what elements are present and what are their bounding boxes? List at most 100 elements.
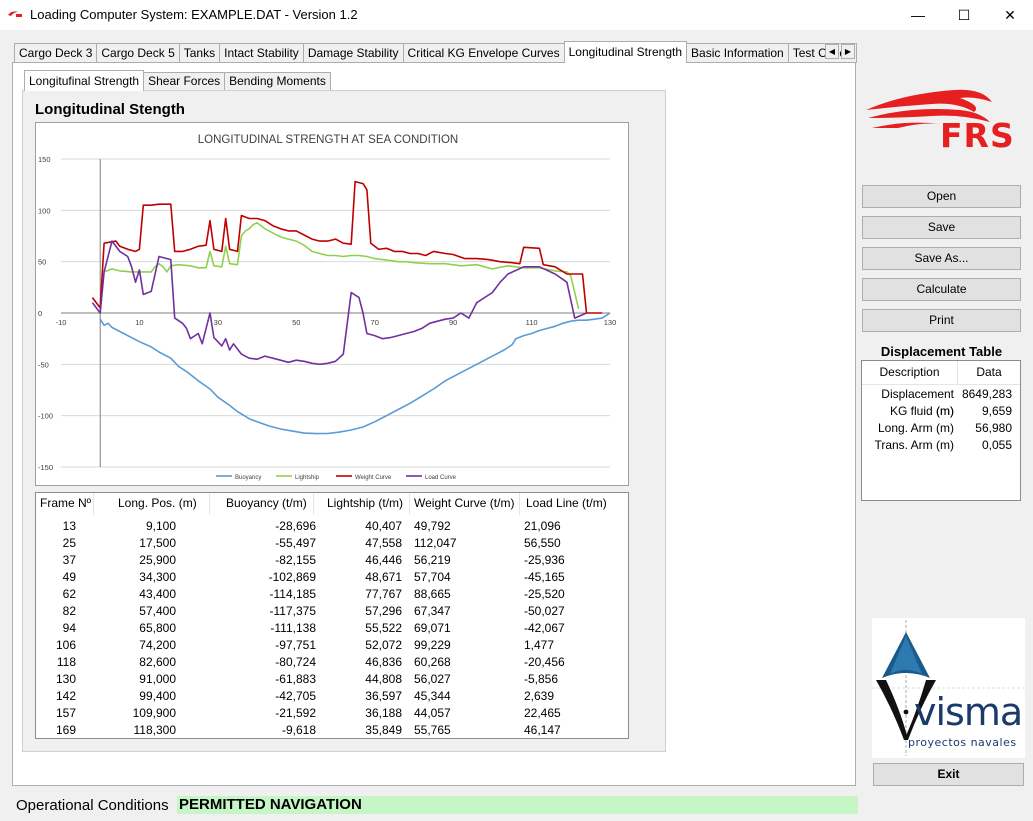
table-cell: -55,497: [275, 536, 316, 550]
tab-scroll-right-button[interactable]: ▶: [841, 44, 855, 59]
subtab-longitudinal-strength[interactable]: Longitufinal Strength: [24, 70, 145, 91]
y-tick-label: 100: [38, 206, 51, 215]
table-cell: 35,849: [365, 723, 402, 737]
save-as-button[interactable]: Save As...: [862, 247, 1021, 270]
table-cell: 17,500: [139, 536, 176, 550]
table-cell: -97,751: [275, 638, 316, 652]
window-title: Loading Computer System: EXAMPLE.DAT - V…: [30, 7, 358, 22]
table-cell: 74,200: [139, 638, 176, 652]
column-header-weight-curve[interactable]: Weight Curve (t/m): [410, 493, 520, 515]
table-row[interactable]: 157 109,900 -21,592 36,188 44,057 22,465: [36, 705, 628, 722]
arrow-left-icon: ◀: [828, 47, 836, 56]
table-cell: 60,268: [414, 655, 451, 669]
arrow-right-icon: ▶: [844, 47, 852, 56]
table-row[interactable]: 13 9,100 -28,696 40,407 49,792 21,096: [36, 518, 628, 535]
tab-intact-stability[interactable]: Intact Stability: [219, 43, 304, 63]
table-cell: 36,188: [365, 706, 402, 720]
app-logo-icon: [8, 11, 22, 17]
table-row[interactable]: 49 34,300 -102,869 48,671 57,704 -45,165: [36, 569, 628, 586]
tab-critical-kg[interactable]: Critical KG Envelope Curves: [402, 43, 565, 63]
subtab-bending-moments[interactable]: Bending Moments: [224, 72, 331, 90]
visma-logo-tagline: proyectos navales: [908, 736, 1017, 749]
tab-basic-information[interactable]: Basic Information: [686, 43, 789, 63]
table-cell: -20,456: [524, 655, 565, 669]
table-cell: -28,696: [275, 519, 316, 533]
legend-label: Lightship: [295, 475, 320, 481]
table-cell: -61,883: [275, 672, 316, 686]
displacement-description: KG fluid (m): [889, 404, 954, 418]
table-row[interactable]: 118 82,600 -80,724 46,836 60,268 -20,456: [36, 654, 628, 671]
visma-logo-name: visma: [914, 690, 1023, 734]
close-button[interactable]: ✕: [987, 0, 1033, 30]
table-cell: -45,165: [524, 570, 565, 584]
table-cell: -117,375: [269, 604, 316, 618]
table-row[interactable]: 130 91,000 -61,883 44,808 56,027 -5,856: [36, 671, 628, 688]
table-cell: -42,705: [275, 689, 316, 703]
table-cell: 52,072: [365, 638, 402, 652]
open-button[interactable]: Open: [862, 185, 1021, 208]
print-button[interactable]: Print: [862, 309, 1021, 332]
column-header-buoyancy[interactable]: Buoyancy (t/m): [210, 493, 314, 515]
tab-cargo-deck-5[interactable]: Cargo Deck 5: [96, 43, 180, 63]
table-cell: 46,147: [524, 723, 561, 737]
table-cell: -42,067: [524, 621, 565, 635]
table-cell: 25,900: [139, 553, 176, 567]
table-cell: 40,407: [365, 519, 402, 533]
table-cell: 118: [56, 655, 76, 669]
main-tab-strip: Cargo Deck 3 Cargo Deck 5 Tanks Intact S…: [14, 41, 858, 63]
table-row[interactable]: 37 25,900 -82,155 46,446 56,219 -25,936: [36, 552, 628, 569]
displacement-description: Long. Arm (m): [877, 421, 954, 435]
table-cell: -80,724: [275, 655, 316, 669]
column-header-frame[interactable]: Frame Nº: [36, 493, 94, 515]
save-button[interactable]: Save: [862, 216, 1021, 239]
exit-button[interactable]: Exit: [873, 763, 1024, 786]
strength-chart-svg: LONGITUDINAL STRENGTH AT SEA CONDITION 1…: [38, 134, 616, 481]
calculate-button[interactable]: Calculate: [862, 278, 1021, 301]
column-header-load-line[interactable]: Load Line (t/m): [520, 493, 628, 515]
table-cell: 36,597: [365, 689, 402, 703]
table-row[interactable]: 62 43,400 -114,185 77,767 88,665 -25,520: [36, 586, 628, 603]
displacement-value: 9,659: [981, 404, 1012, 418]
table-cell: 67,347: [414, 604, 451, 618]
subtab-shear-forces[interactable]: Shear Forces: [143, 72, 226, 90]
table-row[interactable]: 25 17,500 -55,497 47,558 112,047 56,550: [36, 535, 628, 552]
table-row[interactable]: 169 118,300 -9,618 35,849 55,765 46,147: [36, 722, 628, 738]
y-tick-label: -100: [38, 412, 53, 421]
tab-longitudinal-strength[interactable]: Longitudinal Strength: [563, 41, 688, 63]
minimize-button[interactable]: —: [895, 0, 941, 30]
column-header-long-pos[interactable]: Long. Pos. (m): [94, 493, 210, 515]
table-row[interactable]: 142 99,400 -42,705 36,597 45,344 2,639: [36, 688, 628, 705]
column-header-description[interactable]: Description: [862, 361, 958, 385]
table-cell: 1,477: [524, 638, 555, 652]
tab-tanks[interactable]: Tanks: [178, 43, 221, 63]
title-bar: Loading Computer System: EXAMPLE.DAT - V…: [0, 0, 1033, 30]
x-tick-label: 110: [526, 318, 538, 327]
table-row[interactable]: 82 57,400 -117,375 57,296 67,347 -50,027: [36, 603, 628, 620]
table-cell: 47,558: [365, 536, 402, 550]
legend-label: Buoyancy: [235, 475, 261, 481]
legend-label: Load Curve: [425, 475, 457, 481]
displacement-value: 8649,283: [961, 387, 1012, 401]
table-cell: 112,047: [414, 536, 457, 550]
tab-damage-stability[interactable]: Damage Stability: [302, 43, 404, 63]
table-cell: 45,344: [414, 689, 451, 703]
table-cell: 48,671: [365, 570, 402, 584]
strength-table[interactable]: Frame Nº Long. Pos. (m) Buoyancy (t/m) L…: [35, 492, 629, 739]
x-tick-label: -10: [56, 318, 67, 327]
table-row[interactable]: 106 74,200 -97,751 52,072 99,229 1,477: [36, 637, 628, 654]
tab-cargo-deck-3[interactable]: Cargo Deck 3: [14, 43, 98, 63]
table-cell: 94: [62, 621, 76, 635]
table-cell: 49: [62, 570, 76, 584]
tab-scroll-left-button[interactable]: ◀: [825, 44, 839, 59]
status-value: PERMITTED NAVIGATION: [177, 796, 858, 814]
column-header-data[interactable]: Data: [958, 361, 1020, 385]
chart-legend: Buoyancy Lightship Weight Curve Load Curve: [216, 475, 457, 481]
chart-title: LONGITUDINAL STRENGTH AT SEA CONDITION: [198, 134, 459, 146]
column-header-lightship[interactable]: Lightship (t/m): [314, 493, 410, 515]
table-row[interactable]: 94 65,800 -111,138 55,522 69,071 -42,067: [36, 620, 628, 637]
table-cell: 57,704: [414, 570, 451, 584]
displacement-table[interactable]: Description Data Displacement (m) 8649,28…: [861, 360, 1021, 501]
visma-logo: visma proyectos navales: [872, 618, 1025, 758]
table-cell: 57,296: [365, 604, 402, 618]
maximize-button[interactable]: ☐: [941, 0, 987, 30]
